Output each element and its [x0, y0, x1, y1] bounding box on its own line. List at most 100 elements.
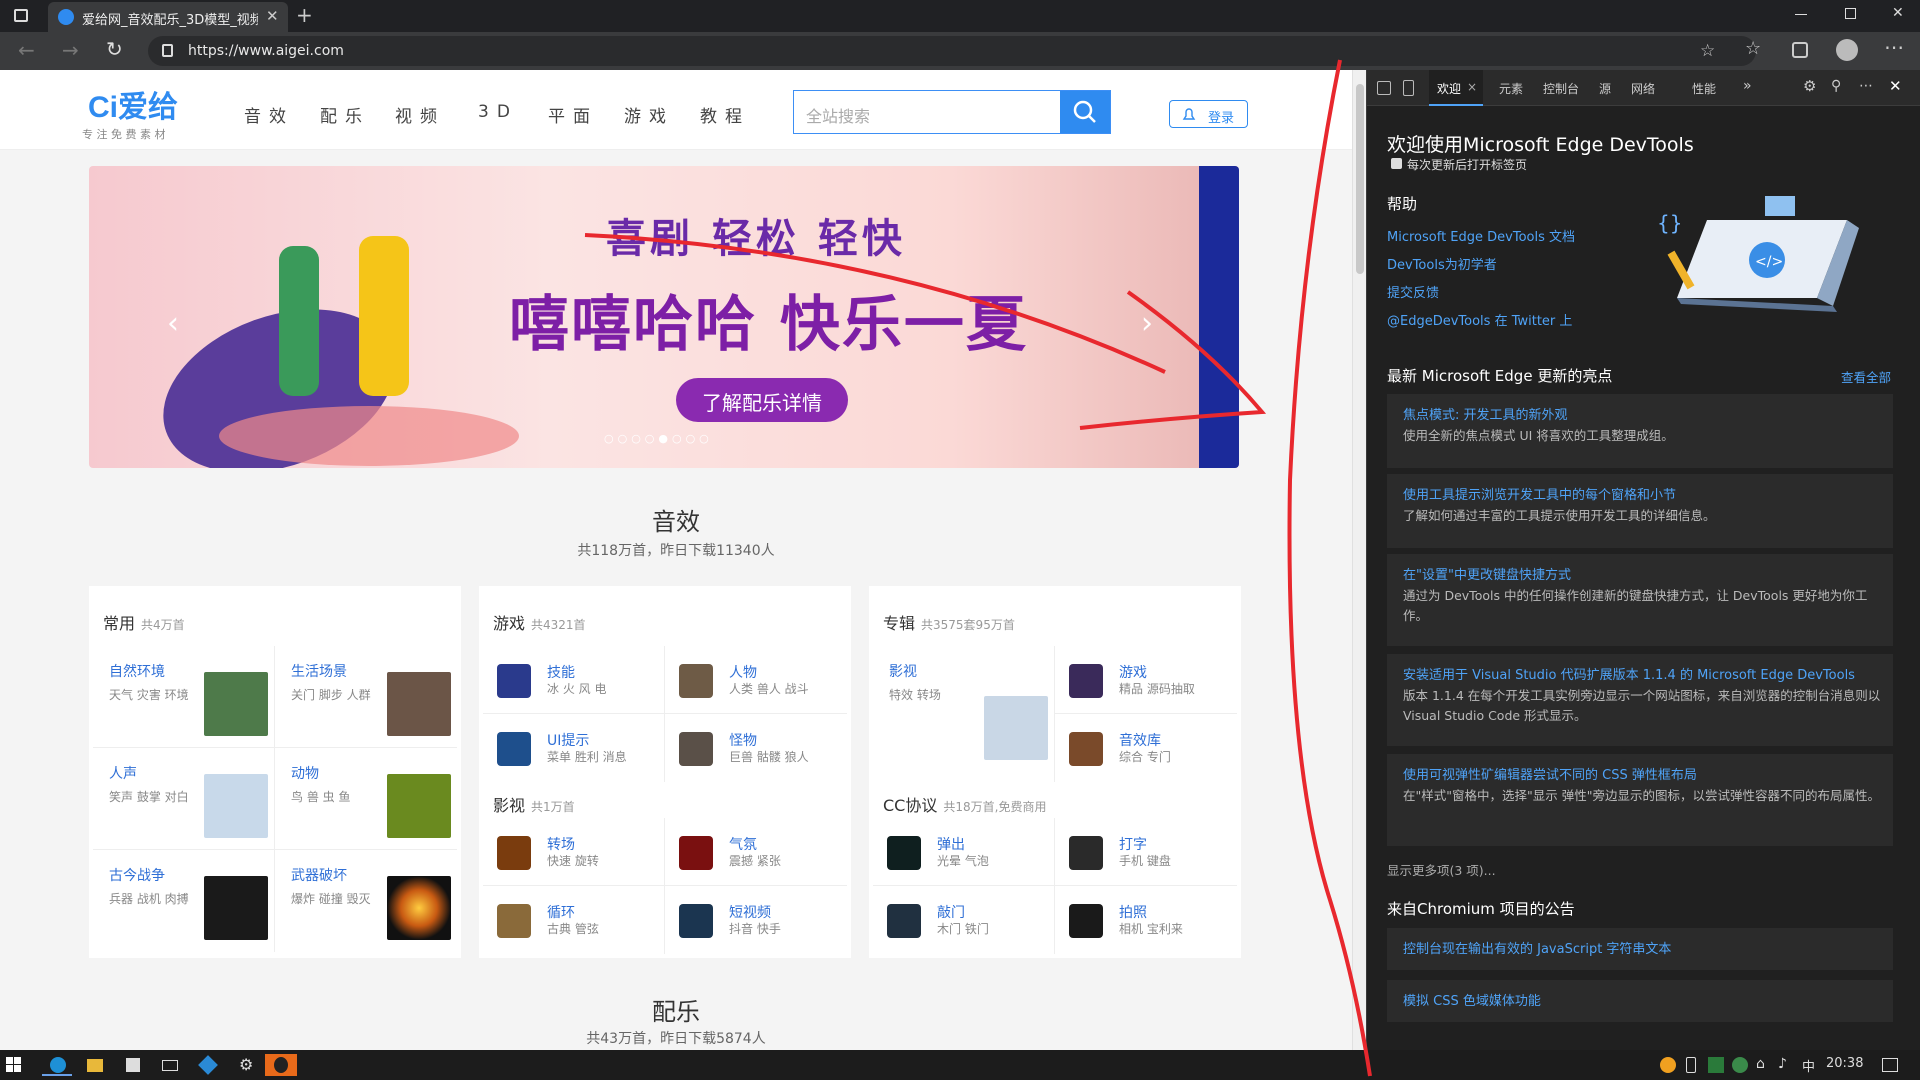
- nav-video[interactable]: 视频: [395, 102, 445, 127]
- game-skill[interactable]: 技能冰 火 风 电: [483, 646, 665, 714]
- taskbar-edge-icon[interactable]: [42, 1054, 72, 1076]
- tab-elements[interactable]: 元素: [1499, 80, 1523, 97]
- film-transition[interactable]: 转场 快速 旋转: [483, 818, 665, 886]
- window-close-icon[interactable]: ✕: [1892, 5, 1904, 21]
- tab-actions-icon[interactable]: [14, 9, 28, 22]
- add-favorite-icon[interactable]: ☆: [1700, 41, 1715, 61]
- category-voice[interactable]: 人声 笑声 鼓掌 对白: [93, 748, 275, 850]
- cc-popup[interactable]: 弹出 光晕 气泡: [873, 818, 1055, 886]
- game-ui[interactable]: UI提示 菜单 胜利 消息: [483, 714, 665, 782]
- banner-next-icon[interactable]: ›: [1141, 306, 1153, 341]
- tray-clock[interactable]: 20:38: [1826, 1056, 1863, 1071]
- collections-icon[interactable]: [1792, 42, 1808, 58]
- update-checkbox[interactable]: [1391, 158, 1402, 169]
- tab-welcome[interactable]: 欢迎 ×: [1429, 70, 1483, 106]
- taskbar-vscode-icon[interactable]: [193, 1054, 223, 1076]
- news-card[interactable]: 使用工具提示浏览开发工具中的每个窗格和小节 了解如何通过丰富的工具提示使用开发工具…: [1387, 474, 1893, 548]
- taskbar-store-icon[interactable]: [118, 1054, 148, 1076]
- device-emulation-icon[interactable]: [1403, 80, 1414, 96]
- devtools-close-icon[interactable]: ✕: [1889, 77, 1902, 95]
- tray-ime[interactable]: 中: [1802, 1056, 1815, 1075]
- help-link-twitter[interactable]: @EdgeDevTools 在 Twitter 上: [1387, 310, 1572, 329]
- help-link-docs[interactable]: Microsoft Edge DevTools 文档: [1387, 226, 1575, 245]
- tray-qq-icon[interactable]: [1660, 1057, 1676, 1073]
- tray-usb-icon[interactable]: [1686, 1057, 1696, 1073]
- refresh-icon[interactable]: ↻: [106, 37, 123, 61]
- favorites-icon[interactable]: ☆: [1745, 38, 1761, 59]
- windows-start-icon[interactable]: [6, 1057, 36, 1079]
- cc-knock[interactable]: 敲门 木门 铁门: [873, 886, 1055, 954]
- inspect-icon[interactable]: [1377, 81, 1391, 95]
- tray-network-icon[interactable]: ⌂: [1756, 1056, 1765, 1072]
- nav-music[interactable]: 配乐: [320, 102, 370, 127]
- scrollbar-thumb[interactable]: [1356, 84, 1364, 274]
- show-more-link[interactable]: 显示更多项(3 项)...: [1387, 860, 1496, 879]
- promo-banner[interactable]: 喜剧 轻松 轻快 嘻嘻哈哈 快乐一夏 了解配乐详情 ‹ › ○○○○●○○○: [89, 166, 1239, 468]
- action-center-icon[interactable]: [1882, 1058, 1898, 1072]
- new-tab-icon[interactable]: +: [296, 3, 313, 27]
- help-link-feedback[interactable]: 提交反馈: [1387, 282, 1439, 301]
- more-tabs-icon[interactable]: »: [1743, 78, 1752, 94]
- settings-icon[interactable]: ⚙: [1803, 77, 1816, 95]
- chromium-card[interactable]: 控制台现在输出有效的 JavaScript 字符串文本: [1387, 928, 1893, 970]
- nav-tutorial[interactable]: 教程: [700, 102, 750, 127]
- news-card[interactable]: 在"设置"中更改键盘快捷方式 通过为 DevTools 中的任何操作创建新的键盘快…: [1387, 554, 1893, 646]
- url-field[interactable]: https://www.aigei.com ☆: [148, 36, 1756, 66]
- category-war[interactable]: 古今战争 兵器 战机 肉搏: [93, 850, 275, 952]
- help-link-beginners[interactable]: DevTools为初学者: [1387, 254, 1497, 273]
- film-loop[interactable]: 循环 古典 管弦: [483, 886, 665, 954]
- category-life[interactable]: 生活场景 关门 脚步 人群: [275, 646, 457, 748]
- search-button[interactable]: [1060, 91, 1110, 133]
- album-sound-library[interactable]: 音效库 综合 专门: [1055, 714, 1237, 782]
- minimize-icon[interactable]: [1795, 14, 1807, 15]
- tray-nvidia-icon[interactable]: [1708, 1057, 1724, 1073]
- nav-graphics[interactable]: 平面: [548, 102, 598, 127]
- taskbar-explorer-icon[interactable]: [80, 1054, 110, 1076]
- tab-performance[interactable]: 性能: [1692, 80, 1716, 97]
- tab-close-icon[interactable]: ×: [1467, 80, 1477, 94]
- lock-icon[interactable]: [162, 44, 173, 57]
- tab-network[interactable]: 网络: [1631, 80, 1655, 97]
- more-options-icon[interactable]: ⋯: [1859, 78, 1873, 94]
- category-animal[interactable]: 动物鸟 兽 虫 鱼: [275, 748, 457, 850]
- settings-more-icon[interactable]: ⋯: [1884, 35, 1904, 59]
- news-card[interactable]: 焦点模式: 开发工具的新外观 使用全新的焦点模式 UI 将喜欢的工具整理成组。: [1387, 394, 1893, 468]
- tab-close-icon[interactable]: ✕: [266, 7, 279, 25]
- view-all-link[interactable]: 查看全部: [1841, 367, 1891, 386]
- site-search-input[interactable]: 全站搜索: [793, 90, 1111, 134]
- login-button[interactable]: 登录: [1169, 100, 1248, 128]
- category-nature[interactable]: 自然环境 天气 灾害 环境: [93, 646, 275, 748]
- category-weapon[interactable]: 武器破坏 爆炸 碰撞 毁灭: [275, 850, 457, 952]
- nav-sound[interactable]: 音效: [244, 102, 294, 127]
- tab-sources[interactable]: 源: [1599, 80, 1611, 97]
- forward-icon[interactable]: →: [62, 38, 79, 62]
- site-logo[interactable]: Ci爱给: [88, 82, 178, 126]
- game-monster[interactable]: 怪物 巨兽 骷髅 狼人: [665, 714, 847, 782]
- cc-photo[interactable]: 拍照 相机 宝利来: [1055, 886, 1237, 954]
- taskbar-settings-icon[interactable]: ⚙: [231, 1054, 261, 1076]
- banner-dots[interactable]: ○○○○●○○○: [604, 432, 713, 445]
- game-character[interactable]: 人物 人类 兽人 战斗: [665, 646, 847, 714]
- album-game[interactable]: 游戏 精品 源码抽取: [1055, 646, 1237, 714]
- taskbar-qq-icon[interactable]: [265, 1054, 297, 1076]
- tray-security-icon[interactable]: [1732, 1057, 1748, 1073]
- film-atmosphere[interactable]: 气氛 震撼 紧张: [665, 818, 847, 886]
- profile-avatar[interactable]: [1836, 39, 1858, 61]
- tray-volume-icon[interactable]: ♪: [1778, 1056, 1787, 1072]
- cc-typing[interactable]: 打字 手机 键盘: [1055, 818, 1237, 886]
- nav-3d[interactable]: 3D: [478, 102, 518, 122]
- browser-tab[interactable]: 爱给网_音效配乐_3D模型_视频素 ✕: [48, 2, 288, 32]
- album-film[interactable]: 影视 特效 转场: [873, 646, 1055, 782]
- page-scrollbar[interactable]: [1352, 70, 1366, 1050]
- taskbar-mail-icon[interactable]: [155, 1054, 185, 1076]
- banner-prev-icon[interactable]: ‹: [167, 306, 179, 341]
- chromium-card[interactable]: 模拟 CSS 色域媒体功能: [1387, 980, 1893, 1022]
- film-short-video[interactable]: 短视频 抖音 快手: [665, 886, 847, 954]
- connect-icon[interactable]: ⚲: [1831, 78, 1841, 94]
- restore-icon[interactable]: [1845, 8, 1856, 19]
- news-card[interactable]: 安装适用于 Visual Studio 代码扩展版本 1.1.4 的 Micro…: [1387, 654, 1893, 746]
- tab-console[interactable]: 控制台: [1543, 80, 1579, 97]
- banner-cta-button[interactable]: 了解配乐详情: [676, 378, 848, 422]
- back-icon[interactable]: ←: [18, 38, 35, 62]
- nav-game[interactable]: 游戏: [624, 102, 674, 127]
